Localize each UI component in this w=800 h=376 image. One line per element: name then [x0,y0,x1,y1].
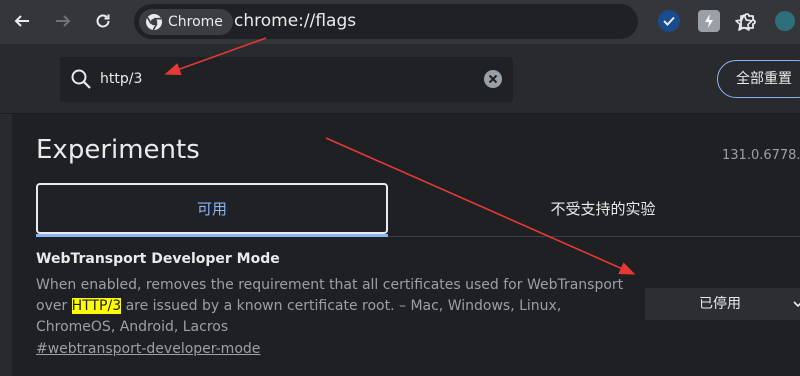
flag-title: WebTransport Developer Mode [36,251,280,267]
url-text[interactable]: chrome://flags [234,10,356,32]
tab-unavailable[interactable]: 不受支持的实验 [448,183,758,234]
chrome-logo-icon [146,14,162,31]
search-icon [71,69,91,89]
browser-toolbar: Chrome chrome://flags [0,0,800,45]
check-extension-icon [663,16,675,26]
back-button[interactable] [9,8,35,34]
tab-active-indicator [36,234,388,237]
page-title: Experiments [36,135,200,165]
flags-content: Experiments 131.0.6778.2 可用 不受支持的实验 WebT… [0,114,800,376]
flags-search-header: 全部重置 [0,45,800,114]
forward-arrow-icon [56,15,71,27]
left-rail [0,114,12,376]
version-label: 131.0.6778.2 [722,148,800,163]
flag-state-select[interactable]: 已停用 [645,288,800,320]
puzzle-extension-icon [740,13,756,29]
extension-bolt[interactable] [698,10,720,32]
reload-icon [96,14,110,28]
extension-check[interactable] [658,10,680,32]
tab-available[interactable]: 可用 [36,183,388,234]
site-chip-label: Chrome [168,14,223,30]
flag-state-value: 已停用 [699,296,741,312]
flag-description: When enabled, removes the requirement th… [36,275,626,338]
flag-anchor-link[interactable]: #webtransport-developer-mode [36,341,260,357]
clear-icon[interactable] [483,69,503,89]
search-box[interactable] [60,57,513,102]
bolt-extension-icon [705,14,713,28]
site-chip[interactable]: Chrome [139,9,233,35]
profile-avatar[interactable] [775,11,795,31]
extensions-button[interactable] [737,10,759,32]
back-arrow-icon [14,15,29,27]
search-input[interactable] [100,68,460,90]
reset-all-button[interactable]: 全部重置 [717,60,800,98]
chevron-down-icon [793,288,800,332]
search-match-highlight: HTTP/3 [71,298,122,314]
reload-button[interactable] [90,8,116,34]
forward-button[interactable] [50,8,76,34]
omnibox[interactable]: Chrome chrome://flags [134,4,753,39]
